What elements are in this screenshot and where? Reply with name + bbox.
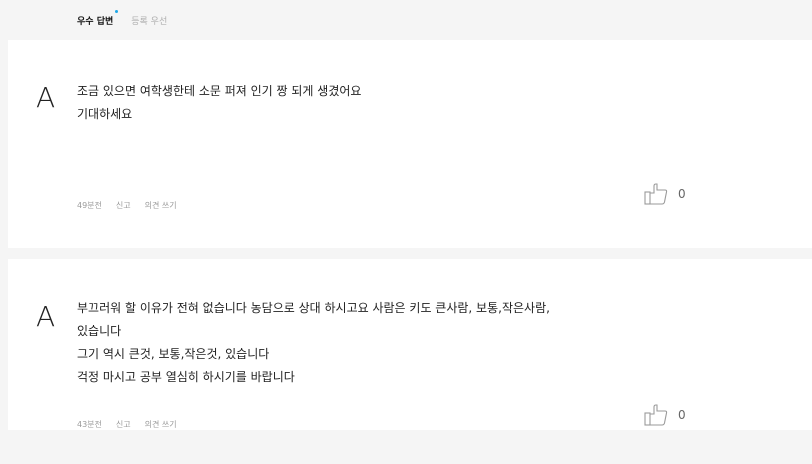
tab-newest-first-label: 등록 우선 bbox=[131, 16, 168, 27]
avatar: A bbox=[36, 300, 56, 333]
thumbs-up-icon bbox=[644, 183, 668, 205]
active-indicator-dot bbox=[115, 9, 119, 13]
answer-line: 조금 있으면 여학생한테 소문 퍼져 인기 짱 되게 생겼어요 bbox=[77, 84, 362, 98]
answer-meta: 49분전 신고 의견 쓰기 bbox=[77, 200, 191, 211]
tab-best-answers[interactable]: 우수 답변 bbox=[77, 9, 119, 27]
answers-page: 우수 답변 등록 우선 A 조금 있으면 여학생한테 소문 퍼져 인기 짱 되게… bbox=[0, 0, 812, 464]
answer-card: A 조금 있으면 여학생한테 소문 퍼져 인기 짱 되게 생겼어요 기대하세요 … bbox=[8, 40, 812, 248]
avatar: A bbox=[36, 81, 56, 114]
like-count: 0 bbox=[678, 408, 686, 422]
answer-text: 부끄러워 할 이유가 전혀 없습니다 농담으로 상대 하시고요 사람은 키도 큰… bbox=[77, 297, 550, 389]
like-count: 0 bbox=[678, 187, 686, 201]
answer-time: 43분전 bbox=[77, 420, 102, 429]
like-button[interactable]: 0 bbox=[644, 404, 686, 426]
write-comment-link[interactable]: 의견 쓰기 bbox=[145, 200, 177, 211]
write-comment-link[interactable]: 의견 쓰기 bbox=[145, 419, 177, 430]
answer-line: 그기 역시 큰것, 보통,작은것, 있습니다 bbox=[77, 347, 270, 361]
answer-line: 기대하세요 bbox=[77, 107, 133, 121]
answer-text: 조금 있으면 여학생한테 소문 퍼져 인기 짱 되게 생겼어요 기대하세요 bbox=[77, 80, 361, 126]
answer-line: 걱정 마시고 공부 열심히 하시기를 바랍니다 bbox=[77, 370, 295, 384]
like-button[interactable]: 0 bbox=[644, 183, 686, 205]
answer-card: A 부끄러워 할 이유가 전혀 없습니다 농담으로 상대 하시고요 사람은 키도… bbox=[8, 259, 812, 430]
answer-line: 부끄러워 할 이유가 전혀 없습니다 농담으로 상대 하시고요 사람은 키도 큰… bbox=[77, 301, 550, 315]
thumbs-up-icon bbox=[644, 404, 668, 426]
report-link[interactable]: 신고 bbox=[116, 419, 131, 430]
answer-line: 있습니다 bbox=[77, 324, 122, 338]
report-link[interactable]: 신고 bbox=[116, 200, 131, 211]
answer-meta: 43분전 신고 의견 쓰기 bbox=[77, 419, 191, 430]
tab-best-answers-label: 우수 답변 bbox=[77, 16, 114, 27]
sort-tabs: 우수 답변 등록 우선 bbox=[77, 9, 185, 28]
tab-newest-first[interactable]: 등록 우선 bbox=[131, 14, 167, 27]
answer-time: 49분전 bbox=[77, 201, 102, 210]
